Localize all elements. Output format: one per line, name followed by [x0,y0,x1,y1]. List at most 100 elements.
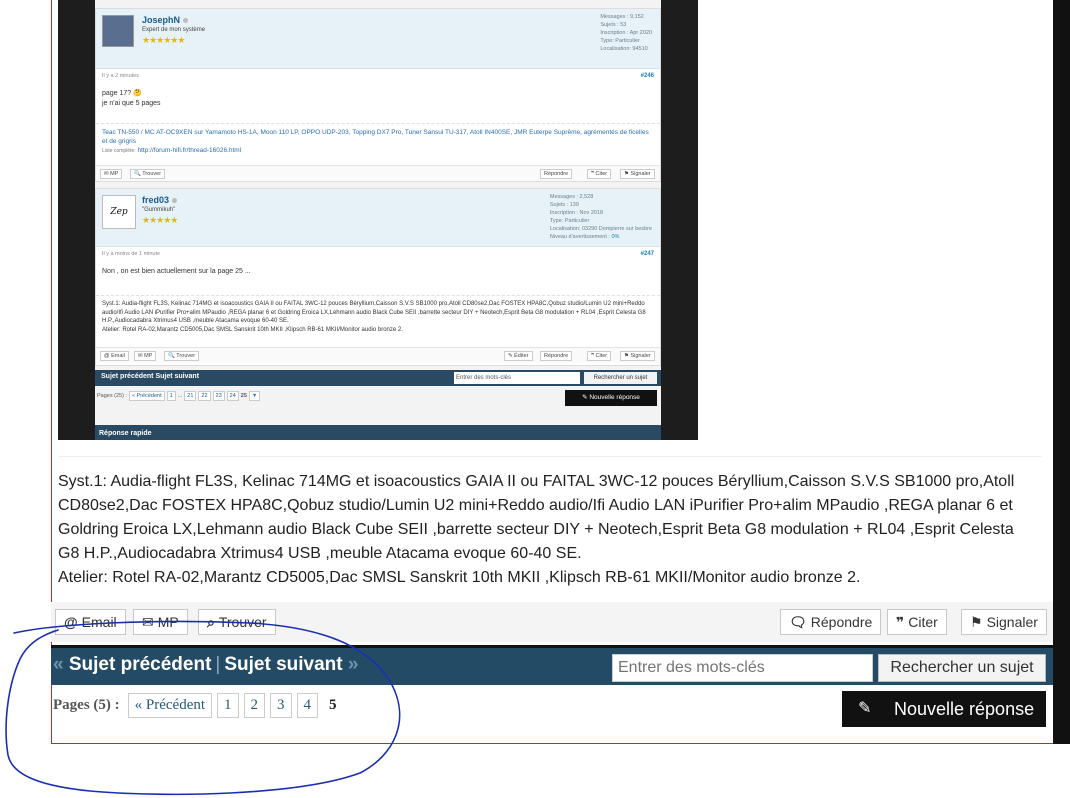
stat-joined: Inscription : Nov 2018 [549,210,604,216]
page-prev[interactable]: « Précédent [128,391,165,401]
chevron-left-icon: « [53,654,64,675]
post-actions: ✉ MP 🔍 Trouver Répondre ❞ Citer ⚑ Signal… [96,165,660,181]
page-ellipsis: ... [177,393,183,399]
new-reply-button[interactable]: ✎ Nouvelle réponse [842,691,1046,727]
find-button[interactable]: 🔍 Trouver [164,351,200,361]
post-actions: @ Email ✉ MP ⌕ Trouver 🗨 Répondre ❞ Citer ⚑ Si… [51,602,1053,642]
search-button[interactable]: Rechercher un sujet [878,654,1046,682]
email-button[interactable]: @ Email [100,351,129,361]
signature-line-1: Syst.1: Audia-flight FL3S, Kelinac 714MG… [58,473,1015,562]
pagination: Pages (5) : « Précédent 1 2 3 4 5 [53,692,343,718]
signature-text: Atelier: Rotel RA-02,Marantz CD5005,Dac … [102,326,403,333]
mp-button[interactable]: ✉ MP [134,351,157,361]
edit-button[interactable]: ✎ Éditer [504,351,533,361]
email-button[interactable]: @ Email [55,609,126,635]
report-button[interactable]: ⚑ Signaler [961,609,1047,635]
chevron-down-icon[interactable]: ▼ [248,391,261,401]
page-link-3[interactable]: 3 [270,692,292,718]
thread-nav-links: « Sujet précédent | Sujet suivant » [53,654,358,676]
quote-button[interactable]: ❞ Citer [587,169,612,179]
page-link[interactable]: 1 [166,391,176,401]
reply-button[interactable]: Répondre [540,351,573,361]
user-title: "Gummikuh" [142,207,176,213]
post-time: Il y a 2 minutes [102,73,139,79]
prev-thread-link[interactable]: Sujet précédent [69,654,212,675]
find-button[interactable]: 🔍 Trouver [130,169,166,179]
stat-type: Type: Particulier [600,38,640,44]
post-signature: Syst.1: Audia-flight FL3S, Kelinac 714MG… [96,295,660,347]
new-reply-button[interactable]: ✎ Nouvelle réponse [565,390,657,406]
mp-button[interactable]: ✉ MP [133,609,188,635]
search-button[interactable]: Rechercher un sujet [584,372,657,384]
signature-label: Liste complète: [102,148,136,154]
report-label: Signaler [986,614,1038,630]
chevron-right-icon: » [347,654,359,675]
report-button[interactable]: ⚑ Signaler [620,169,655,179]
page-prev[interactable]: « Précédent [127,692,213,718]
stat-location: Localisation: 94510 [600,46,648,52]
next-thread-link[interactable]: Sujet suivant [224,654,342,675]
report-button[interactable]: ⚑ Signaler [620,351,655,361]
page-current: 5 [329,696,337,713]
page-link[interactable]: 21 [184,391,197,401]
quick-reply-label: Réponse rapide [99,430,152,437]
user-stats: Messages : 9,152 Sujets : 53 Inscription… [600,13,652,53]
stat-threads: Sujets : 53 [600,22,627,28]
page-link[interactable]: 23 [212,391,225,401]
stat-messages: Messages : 9,152 [600,14,644,20]
stat-warning: Niveau d'avertissement : 0% [549,234,620,240]
page-link[interactable]: 24 [226,391,239,401]
mp-button[interactable]: ✉ MP [100,169,123,179]
stat-type: Type: Particulier [549,218,590,224]
search-input[interactable]: Entrer des mots-clés [454,372,580,384]
post-body-line: page 17? 🤔 [102,90,142,97]
offline-dot-icon [183,18,189,24]
right-edge-bar [1053,0,1070,744]
new-reply-label: Nouvelle réponse [894,699,1035,719]
find-label: Trouver [218,614,267,630]
stat-threads: Sujets : 139 [549,202,579,208]
star-rating-icon: ★★★★★ [142,215,178,225]
thread-nav-links[interactable]: Sujet précédent Sujet suivant [101,373,199,380]
mp-label: MP [157,614,179,630]
signature-text[interactable]: Teac TN-550 / MC AT-OC9XEN sur Yamamoto … [102,128,654,146]
page-link[interactable]: 22 [198,391,211,401]
star-rating-icon: ★★★★★★ [142,35,185,45]
find-button[interactable]: ⌕ Trouver [198,609,276,635]
pagination: Pages (25) : « Précédent 1 ... 21 22 23 … [97,391,261,401]
signature-text: Syst.1: Audia-flight FL3S, Kelinac 714MG… [102,301,646,324]
page-link-4[interactable]: 4 [296,692,319,718]
page-link-2[interactable]: 2 [243,692,266,718]
offline-dot-icon [172,198,178,204]
post-actions: @ Email ✉ MP 🔍 Trouver ✎ Éditer Répondre… [96,347,660,363]
reply-button[interactable]: Répondre [540,169,573,179]
page-link-1[interactable]: 1 [217,692,239,718]
thread-nav-bar: « Sujet précédent|Sujet suivant » Recher… [51,645,1053,685]
username[interactable]: fred03 [142,195,178,205]
quote-label: Citer [908,614,938,630]
reply-button[interactable]: 🗨 Répondre [780,609,882,635]
post-meta: Il y a 2 minutes #246 [96,69,660,83]
post-header: Zep fred03 "Gummikuh" ★★★★★ Messages : 2… [96,189,660,247]
post-time: Il y a moins de 1 minute [102,251,161,257]
username[interactable]: JosephN [142,15,189,25]
post-body: page 17? 🤔 je n'ai que 5 pages [96,83,660,123]
divider [58,456,1042,457]
search-input[interactable] [612,654,873,682]
signature-link[interactable]: http://forum-hifi.fr/thread-16026.html [137,147,241,154]
quote-icon: ❞ [896,614,905,630]
avatar[interactable] [102,15,134,47]
post-number[interactable]: #246 [641,73,654,79]
pencil-icon: ✎ [858,700,872,717]
post-247: Zep fred03 "Gummikuh" ★★★★★ Messages : 2… [95,188,661,366]
quote-button[interactable]: ❞ Citer [887,609,947,635]
quick-reply-bar[interactable]: Réponse rapide [95,425,661,440]
quote-button[interactable]: ❞ Citer [587,351,612,361]
post-meta: Il y a moins de 1 minute #247 [96,247,660,261]
stat-joined: Inscription : Apr 2020 [600,30,652,36]
avatar[interactable]: Zep [102,195,136,229]
speech-bubble-icon: 🗨 [789,614,807,630]
flag-icon: ⚑ [970,614,983,630]
post-number[interactable]: #247 [641,251,654,257]
search-icon: ⌕ [207,614,215,630]
